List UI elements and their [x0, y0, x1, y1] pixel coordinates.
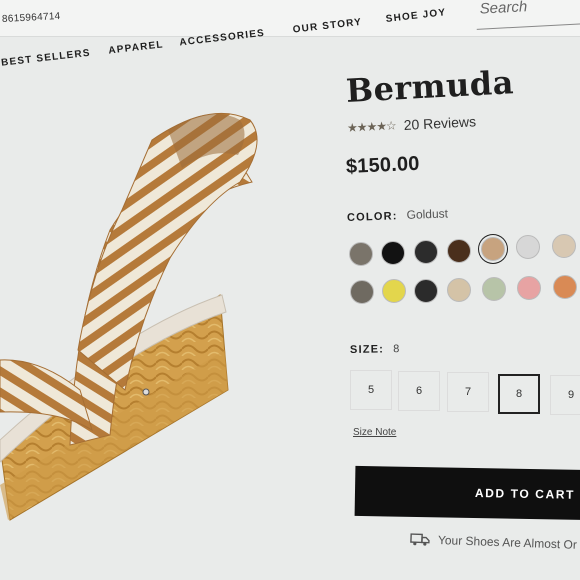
product-image[interactable] [0, 90, 330, 550]
shipping-text: Your Shoes Are Almost Or [437, 532, 578, 552]
phone-number: 8615964714 [1, 10, 61, 25]
nav-best-sellers[interactable]: BEST SELLERS [1, 48, 93, 82]
color-swatch[interactable] [350, 280, 374, 304]
color-value: Goldust [406, 206, 449, 222]
size-option[interactable]: 6 [398, 371, 440, 411]
nav-apparel[interactable]: APPAREL [108, 39, 166, 69]
color-swatch[interactable] [517, 276, 541, 300]
size-heading: SIZE: 8 [350, 343, 400, 356]
size-option[interactable]: 8 [498, 374, 540, 414]
color-swatch[interactable] [414, 240, 438, 264]
reviews-link[interactable]: 20 Reviews [403, 113, 476, 133]
color-swatch[interactable] [414, 279, 438, 303]
truck-icon [410, 533, 430, 546]
size-option[interactable]: 9 [550, 375, 580, 415]
color-swatch[interactable] [553, 275, 577, 299]
color-swatch[interactable] [447, 239, 471, 263]
add-to-cart-label: ADD TO CART [474, 486, 576, 502]
product-title: Bermuda [345, 63, 515, 110]
size-note-link[interactable]: Size Note [353, 427, 396, 438]
rating-stars: ★★★★☆ [346, 118, 397, 135]
search-input[interactable]: Search [475, 0, 580, 30]
color-swatch[interactable] [382, 279, 406, 303]
color-swatch[interactable] [552, 234, 576, 258]
product-price: $150.00 [345, 152, 421, 178]
color-swatch[interactable] [447, 278, 471, 302]
add-to-cart-button[interactable]: ADD TO CART [354, 465, 580, 521]
search-placeholder: Search [479, 0, 528, 18]
color-swatch[interactable] [482, 277, 506, 301]
color-swatch[interactable] [481, 237, 505, 261]
size-label: SIZE: [349, 343, 385, 356]
size-option[interactable]: 7 [447, 372, 489, 412]
color-swatch[interactable] [516, 235, 540, 259]
size-value: 8 [393, 343, 400, 356]
shipping-note: Your Shoes Are Almost Or [410, 532, 577, 552]
size-option[interactable]: 5 [350, 370, 392, 410]
sandal-illustration [0, 112, 258, 521]
color-swatch[interactable] [381, 241, 405, 265]
color-label: COLOR: [346, 210, 398, 224]
rating: ★★★★☆ 20 Reviews [347, 113, 477, 136]
color-swatch[interactable] [349, 242, 373, 266]
color-heading: COLOR: Goldust [347, 206, 448, 224]
